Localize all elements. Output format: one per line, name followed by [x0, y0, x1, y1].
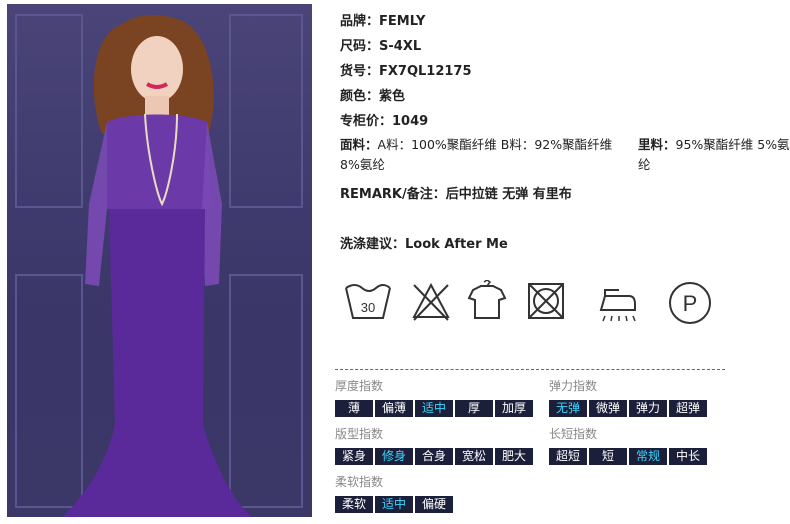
remark-label: REMARK/备注： [340, 187, 446, 202]
softness-option: 柔软 [335, 496, 373, 513]
fit-option: 宽松 [455, 448, 493, 465]
fit-options: 紧身 修身 合身 宽松 肥大 [335, 448, 533, 465]
remark-value: 后中拉链 无弹 有里布 [445, 187, 572, 202]
fit-title: 版型指数 [335, 427, 384, 441]
no-tumble-dry-icon [528, 283, 564, 319]
softness-option: 偏硬 [415, 496, 453, 513]
elasticity-option: 无弹 [549, 400, 587, 417]
thickness-option: 适中 [415, 400, 453, 417]
hang-dry-icon [467, 280, 507, 319]
divider [335, 369, 725, 370]
model-figure [62, 14, 252, 517]
elasticity-title: 弹力指数 [549, 379, 598, 393]
length-option: 常规 [629, 448, 667, 465]
size-value: S-4XL [379, 39, 422, 54]
softness-title: 柔软指数 [335, 475, 384, 489]
product-photo [7, 4, 312, 517]
wash-row: 洗涤建议：Look After Me [340, 233, 508, 252]
length-title: 长短指数 [549, 427, 598, 441]
elasticity-option: 弹力 [629, 400, 667, 417]
length-option: 中长 [669, 448, 707, 465]
length-option: 超短 [549, 448, 587, 465]
thickness-option: 加厚 [495, 400, 533, 417]
size-label: 尺码： [340, 39, 380, 54]
price-label: 专柜价： [340, 114, 393, 129]
thickness-option: 厚 [455, 400, 493, 417]
fit-option: 紧身 [335, 448, 373, 465]
sku-row: 货号：FX7QL12175 [340, 60, 472, 79]
size-row: 尺码：S-4XL [340, 35, 421, 54]
dry-clean-p-icon: P [669, 282, 711, 324]
length-option: 短 [589, 448, 627, 465]
fabric-value: A料：100%聚酯纤维 B料：92%聚酯纤维 8%氨纶 [340, 137, 613, 172]
softness-option: 适中 [375, 496, 413, 513]
brand-value: FEMLY [379, 14, 426, 29]
softness-options: 柔软 适中 偏硬 [335, 496, 453, 513]
fabric-label: 面料： [340, 137, 378, 152]
elasticity-option: 微弹 [589, 400, 627, 417]
length-options: 超短短常规 中长 [549, 448, 707, 465]
color-value: 紫色 [379, 89, 406, 104]
svg-text:P: P [683, 291, 698, 316]
fit-option: 肥大 [495, 448, 533, 465]
lining-row: 里料：95%聚酯纤维 5%氨纶 [638, 135, 790, 175]
elasticity-options: 无弹 微弹 弹力 超弹 [549, 400, 707, 417]
brand-label: 品牌： [340, 14, 380, 29]
lining-label: 里料： [638, 137, 676, 152]
wash-value: Look After Me [405, 237, 508, 252]
thickness-title: 厚度指数 [335, 379, 384, 393]
fit-option: 修身 [375, 448, 413, 465]
svg-text:30: 30 [361, 300, 375, 315]
thickness-option: 偏薄 [375, 400, 413, 417]
wash-label: 洗涤建议： [340, 237, 406, 252]
color-label: 颜色： [340, 89, 380, 104]
remark-row: REMARK/备注：后中拉链 无弹 有里布 [340, 183, 572, 202]
brand-row: 品牌：FEMLY [340, 10, 425, 29]
color-row: 颜色：紫色 [340, 85, 405, 104]
iron-steam-icon [599, 289, 636, 322]
wash-30-icon: 30 [345, 284, 391, 319]
fabric-row: 面料：A料：100%聚酯纤维 B料：92%聚酯纤维 8%氨纶 [340, 135, 635, 175]
no-bleach-icon [412, 282, 450, 321]
fit-option: 合身 [415, 448, 453, 465]
elasticity-option: 超弹 [669, 400, 707, 417]
thickness-option: 薄 [335, 400, 373, 417]
price-value: 1049 [392, 114, 429, 129]
sku-value: FX7QL12175 [379, 64, 472, 79]
thickness-options: 薄偏薄 适中厚加厚 [335, 400, 533, 417]
sku-label: 货号： [340, 64, 380, 79]
price-row: 专柜价：1049 [340, 110, 428, 129]
